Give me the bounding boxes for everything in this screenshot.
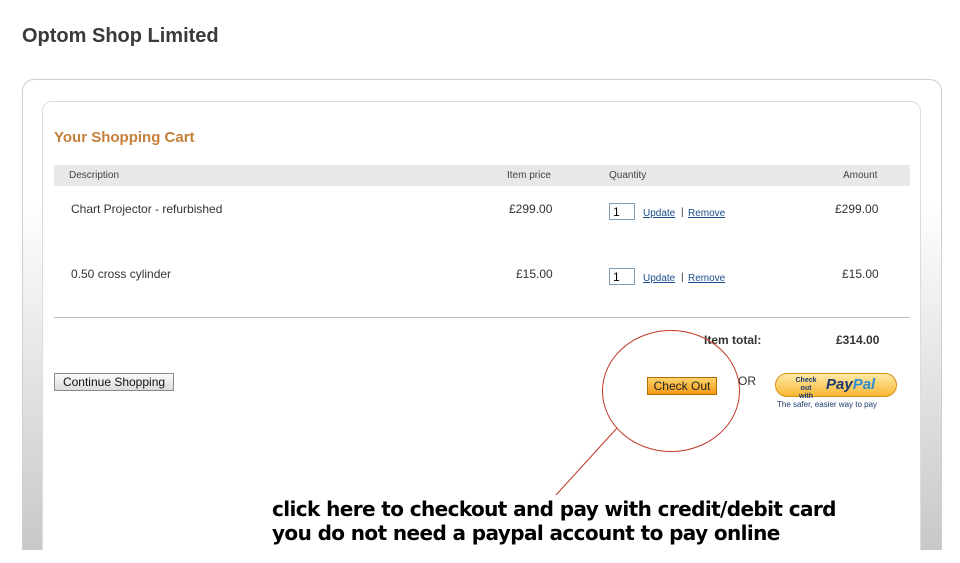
paypal-small-text: Check out with	[790, 377, 822, 401]
column-item-price: Item price	[507, 170, 551, 181]
annotation-text: click here to checkout and pay with cred…	[272, 497, 836, 545]
paypal-with-text: with	[799, 393, 813, 400]
continue-shopping-button[interactable]: Continue Shopping	[54, 373, 174, 391]
checkout-button[interactable]: Check Out	[647, 377, 717, 395]
item-amount: £15.00	[842, 267, 879, 281]
item-amount: £299.00	[835, 202, 879, 216]
column-description: Description	[69, 170, 120, 181]
remove-link[interactable]: Remove	[688, 208, 725, 219]
item-price: £15.00	[516, 267, 553, 281]
link-separator: |	[681, 272, 684, 283]
link-separator: |	[681, 207, 684, 218]
annotation-line-1: click here to checkout and pay with cred…	[272, 497, 836, 521]
quantity-input[interactable]	[609, 268, 635, 285]
remove-link[interactable]: Remove	[688, 273, 725, 284]
annotation-line-2: you do not need a paypal account to pay …	[272, 521, 780, 545]
paypal-logo-pay: Pay	[826, 376, 853, 393]
paypal-logo: PayPal	[826, 376, 875, 393]
item-description: 0.50 cross cylinder	[71, 267, 172, 281]
item-description: Chart Projector - refurbished	[71, 202, 223, 216]
quantity-input[interactable]	[609, 203, 635, 220]
update-link[interactable]: Update	[643, 208, 675, 219]
or-label: OR	[738, 374, 756, 388]
item-total-value: £314.00	[836, 333, 880, 347]
column-amount: Amount	[843, 170, 878, 181]
paypal-logo-pal: Pal	[852, 376, 876, 393]
paypal-tagline: The safer, easier way to pay	[777, 400, 878, 409]
paypal-checkout-text: Check out	[795, 377, 817, 392]
shop-title: Optom Shop Limited	[22, 25, 219, 47]
update-link[interactable]: Update	[643, 273, 675, 284]
item-price: £299.00	[509, 202, 553, 216]
cart-column-header: Description Item price Quantity Amount	[54, 165, 910, 186]
cart-divider	[54, 317, 910, 318]
paypal-checkout-button[interactable]: Check out with PayPal	[775, 373, 897, 400]
item-total-label: Item total:	[704, 333, 762, 347]
cart-heading: Your Shopping Cart	[54, 129, 195, 146]
column-quantity: Quantity	[609, 170, 647, 181]
